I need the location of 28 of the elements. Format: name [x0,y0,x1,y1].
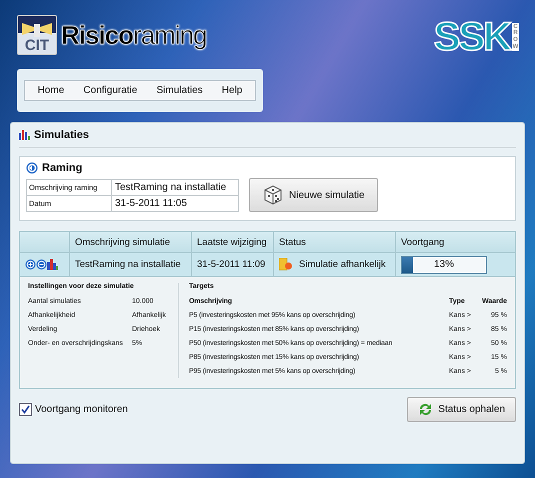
remove-icon[interactable] [36,259,47,270]
back-arrow-icon[interactable] [26,162,38,174]
panel-title: Simulaties [34,129,90,141]
field-value: 31-5-2011 11:05 [114,196,188,210]
menu-item[interactable]: Configuratie [83,85,138,96]
status-icon [279,258,293,271]
bar-chart-icon [19,130,30,140]
add-icon[interactable] [25,259,36,270]
checkmark-icon [21,405,30,414]
monitor-checkbox[interactable]: Voortgang monitoren [19,403,128,416]
partner-logo: SSK [434,17,510,57]
logo-badge: CIT [17,15,57,55]
refresh-status-button[interactable]: Status ophalen [407,397,516,422]
menu-item[interactable]: Help [222,85,242,96]
progress-bar: 13% [401,256,487,274]
table-cell: TestRaming na installatie [70,253,192,276]
refresh-icon [418,403,434,416]
menu-item[interactable]: Home [38,85,64,96]
status-text: Simulatie afhankelijk [299,259,386,270]
table-cell: 31-5-2011 11:09 [192,253,274,276]
app-name: Risicoraming [61,20,207,50]
bar-chart-icon[interactable] [47,259,58,270]
column-header: Voortgang [400,236,446,250]
section-title: Raming [42,162,82,174]
dice-icon [262,184,284,206]
field-value: TestRaming na installatie [114,180,228,194]
menu-item[interactable]: Simulaties [156,85,203,96]
new-simulation-button[interactable]: Nieuwe simulatie [249,178,378,212]
